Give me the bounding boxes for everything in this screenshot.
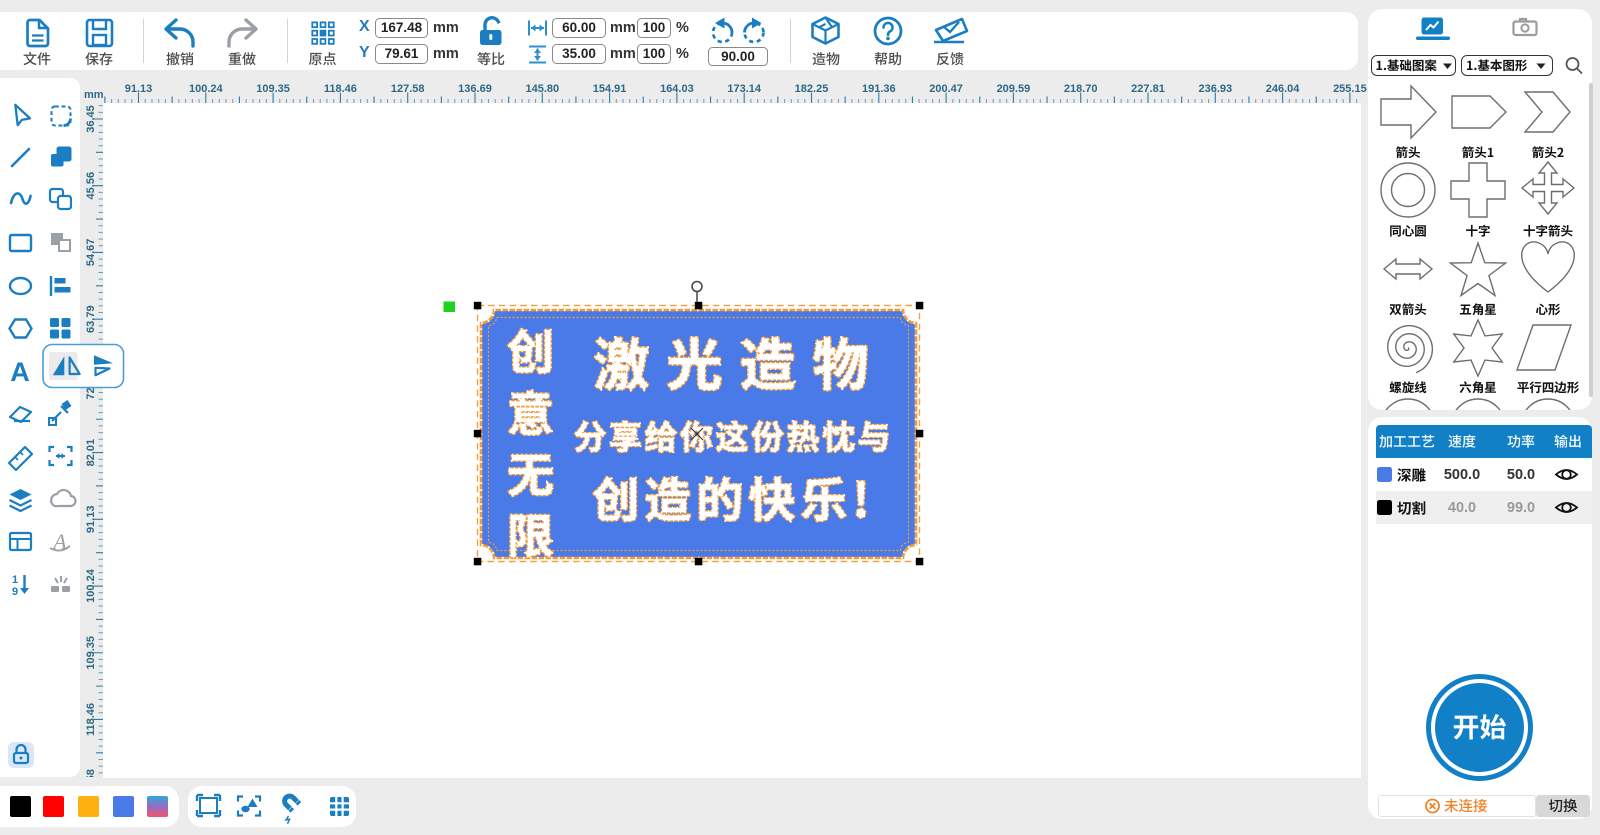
svg-text:100.24: 100.24 <box>85 568 97 603</box>
svg-text:100.24: 100.24 <box>189 83 224 95</box>
svg-text:145.80: 145.80 <box>525 83 559 95</box>
svg-text:109.35: 109.35 <box>256 83 290 95</box>
svg-text:218.70: 218.70 <box>1064 83 1098 95</box>
svg-text:255.15: 255.15 <box>1333 83 1367 95</box>
svg-text:191.36: 191.36 <box>862 83 896 95</box>
svg-text:A: A <box>10 357 30 387</box>
svg-text:54.67: 54.67 <box>85 239 97 267</box>
svg-text:118.46: 118.46 <box>324 83 357 95</box>
svg-text:91.13: 91.13 <box>85 506 97 534</box>
svg-text:127.58: 127.58 <box>391 83 425 95</box>
svg-text:173.14: 173.14 <box>727 83 762 95</box>
svg-text:1: 1 <box>12 574 18 586</box>
svg-text:246.04: 246.04 <box>1266 83 1301 95</box>
svg-text:36.45: 36.45 <box>85 105 97 133</box>
svg-text:118.46: 118.46 <box>85 703 97 736</box>
svg-text:82.01: 82.01 <box>85 439 97 467</box>
svg-text:63.79: 63.79 <box>85 305 97 333</box>
svg-text:9: 9 <box>12 586 18 598</box>
svg-text:182.25: 182.25 <box>795 83 829 95</box>
svg-text:227.81: 227.81 <box>1131 83 1165 95</box>
svg-text:91.13: 91.13 <box>125 83 153 95</box>
svg-text:136.69: 136.69 <box>458 83 492 95</box>
svg-text:200.47: 200.47 <box>929 83 963 95</box>
svg-text:164.03: 164.03 <box>660 83 694 95</box>
svg-text:109.35: 109.35 <box>85 636 97 670</box>
svg-text:209.59: 209.59 <box>997 83 1031 95</box>
svg-text:127.58: 127.58 <box>85 769 97 803</box>
svg-text:236.93: 236.93 <box>1198 83 1232 95</box>
svg-text:45.56: 45.56 <box>85 172 97 200</box>
svg-text:154.91: 154.91 <box>593 83 627 95</box>
